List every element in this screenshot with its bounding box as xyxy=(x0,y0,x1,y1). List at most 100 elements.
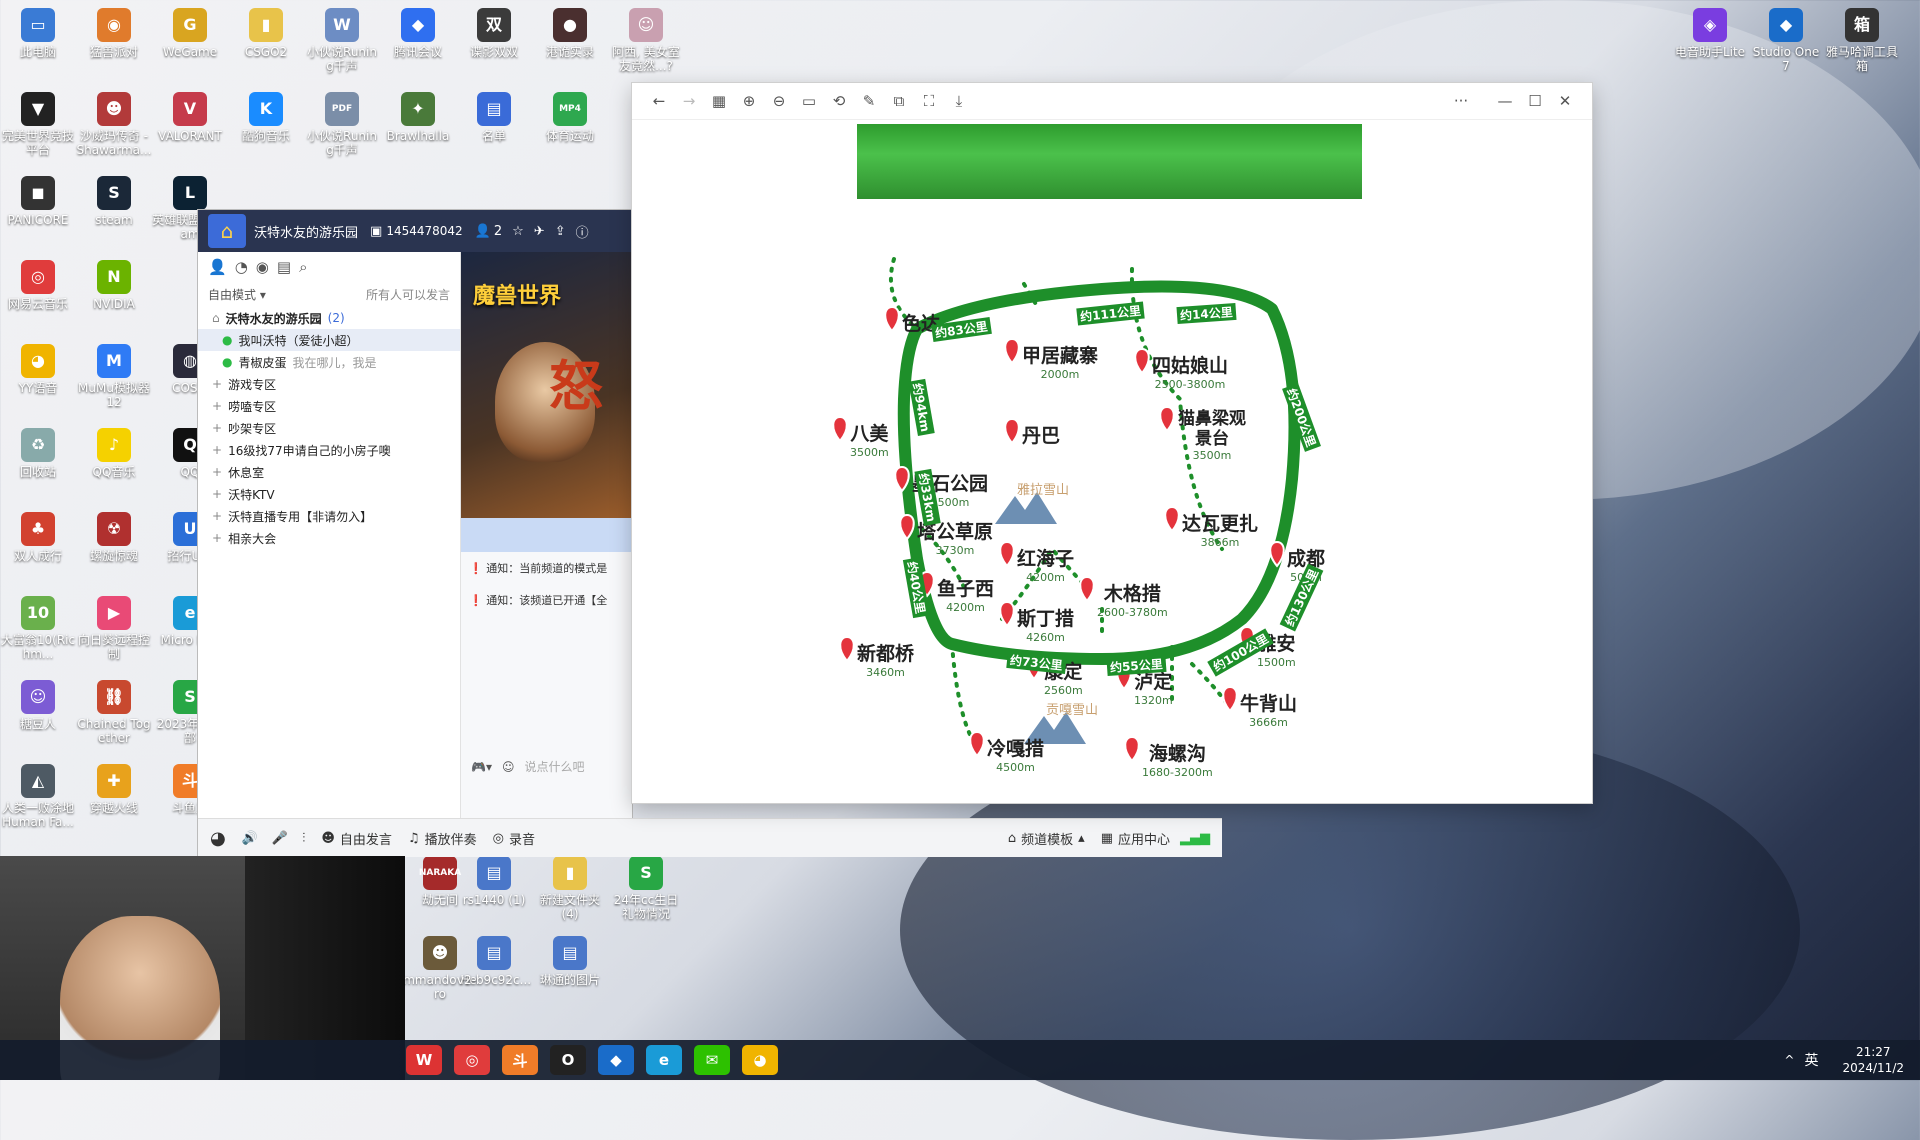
desktop-icon[interactable]: V VALORANT xyxy=(152,88,228,172)
desktop-icon[interactable]: M MuMu模拟器12 xyxy=(76,340,152,424)
desktop-icon[interactable]: 10 大富翁10(Richm... xyxy=(0,592,76,676)
forward-arrow-icon[interactable]: → xyxy=(674,87,704,115)
wechat-icon[interactable]: ✉ xyxy=(694,1045,730,1075)
douyu-icon[interactable]: 斗 xyxy=(502,1045,538,1075)
home-icon[interactable]: ⌂ xyxy=(208,214,246,248)
rotate-icon[interactable]: ⟲ xyxy=(824,87,854,115)
free-speak-button[interactable]: ☻ 自由发言 xyxy=(321,829,392,848)
clock[interactable]: 21:27 2024/11/2 xyxy=(1842,1044,1904,1076)
share-icon[interactable]: ⇪ xyxy=(555,224,566,239)
green-banner xyxy=(857,124,1362,199)
desktop-icon[interactable]: ● 港诡实录 xyxy=(532,4,608,88)
speaker-icon[interactable]: 🔊 xyxy=(242,831,258,846)
more-button[interactable]: ··· xyxy=(1446,87,1476,115)
desktop-icon[interactable]: K 酷狗音乐 xyxy=(228,88,304,172)
plane-icon[interactable]: ✈ xyxy=(534,224,545,239)
info-icon[interactable]: ⓘ xyxy=(576,222,589,241)
contacts-icon[interactable]: 👤 xyxy=(208,258,227,276)
desktop-icon[interactable]: ♪ QQ音乐 xyxy=(76,424,152,508)
tray-arrow[interactable]: ^ xyxy=(1784,1053,1794,1067)
studio-one-icon[interactable]: ◆ xyxy=(598,1045,634,1075)
desktop-icon[interactable]: ⛓ Chained Together xyxy=(76,676,152,760)
desktop-icon[interactable]: N NVIDIA xyxy=(76,256,152,340)
desktop-icon[interactable]: ☢ 螺旋惊魂 xyxy=(76,508,152,592)
desktop-icon[interactable]: ◆ 腾讯会议 xyxy=(380,4,456,88)
chat-icon[interactable]: ◔ xyxy=(235,258,248,276)
desktop-icon[interactable]: ▼ 完美世界竞技平台 xyxy=(0,88,76,172)
location-icon[interactable]: ◉ xyxy=(256,258,269,276)
desktop-icon[interactable]: 箱雅马哈调工具箱 xyxy=(1824,4,1900,88)
channel-tree-item[interactable]: + 沃特KTV xyxy=(198,483,460,505)
desktop-icon[interactable]: ♣ 双人成行 xyxy=(0,508,76,592)
desktop-icon[interactable]: G WeGame xyxy=(152,4,228,88)
desktop-icon[interactable]: ◈ 电音助手Lite xyxy=(1672,4,1748,88)
desktop-icon[interactable]: ▤ 琳通的图片 xyxy=(532,932,608,1016)
mixer-icon[interactable]: ⫶ xyxy=(302,831,305,846)
desktop-icon[interactable]: ☻ 沙威玛传奇 - Shawarma... xyxy=(76,88,152,172)
desktop-icon[interactable]: ♻ 回收站 xyxy=(0,424,76,508)
desktop-icon[interactable]: S 24年cc生日礼物情况 xyxy=(608,852,684,936)
app-icon: ▮ xyxy=(553,856,587,890)
desktop-icon[interactable]: ◕ YY语音 xyxy=(0,340,76,424)
channel-tree-item[interactable]: ● 青椒皮蛋 我在哪儿，我是 xyxy=(198,351,460,373)
compare-icon[interactable]: ⧉ xyxy=(884,87,914,115)
map-stop-altitude: 2560m xyxy=(1044,684,1083,697)
yy-icon[interactable]: ◕ xyxy=(742,1045,778,1075)
channel-tree-item[interactable]: ⌂ 沃特水友的游乐园 (2) xyxy=(198,307,460,329)
desktop-icon[interactable]: ▤ v2-b9c92c... xyxy=(456,932,532,1016)
mode-select[interactable]: 自由模式 ▾ xyxy=(208,286,266,303)
desktop-icon[interactable]: PDF 小伙说Runing千声 xyxy=(304,88,380,172)
channel-tree-item[interactable]: ● 我叫沃特（爱徒小超） xyxy=(198,329,460,351)
channel-tree-item[interactable]: + 休息室 xyxy=(198,461,460,483)
fullscreen-icon[interactable]: ⛶ xyxy=(914,87,944,115)
desktop-icon[interactable]: Ssteam xyxy=(76,172,152,256)
record-button[interactable]: ◎ 录音 xyxy=(493,829,535,848)
ime-indicator[interactable]: 英 xyxy=(1804,1050,1818,1070)
desktop-icon[interactable]: ◉ 猛兽派对 xyxy=(76,4,152,88)
channel-tree-item[interactable]: +16级找77申请自己的小房子噢 xyxy=(198,439,460,461)
desktop-icon[interactable]: ▤ 名单 xyxy=(456,88,532,172)
desktop-icon[interactable]: ✚ 穿越火线 xyxy=(76,760,152,844)
desktop-icon[interactable]: ◎ 网易云音乐 xyxy=(0,256,76,340)
desktop-icon[interactable]: ☺ 阿西, 美女室友竟然...? xyxy=(608,4,684,88)
close-button[interactable]: ✕ xyxy=(1550,87,1580,115)
mic-icon[interactable]: 🎤 xyxy=(272,831,288,846)
favorite-icon[interactable]: ☆ xyxy=(512,224,524,239)
desktop-icon[interactable]: ✦ Brawlhalla xyxy=(380,88,456,172)
zoom-in-icon[interactable]: ⊕ xyxy=(734,87,764,115)
wps-icon[interactable]: W xyxy=(406,1045,442,1075)
netease-music-icon[interactable]: ◎ xyxy=(454,1045,490,1075)
play-music-button[interactable]: ♫ 播放伴奏 xyxy=(408,829,477,848)
desktop-icon[interactable]: ▤ rs1440 (1) xyxy=(456,852,532,936)
fit-icon[interactable]: ▭ xyxy=(794,87,824,115)
desktop-icon[interactable]: ☺ 糖豆人 xyxy=(0,676,76,760)
desktop-icon[interactable]: ▮ CSGO2 xyxy=(228,4,304,88)
save-icon[interactable]: ⤓ xyxy=(944,87,974,115)
search-icon[interactable]: ⌕ xyxy=(299,258,307,276)
minimize-button[interactable]: — xyxy=(1490,87,1520,115)
grid-icon[interactable]: ▦ xyxy=(704,87,734,115)
chat-input[interactable]: 说点什么吧 xyxy=(524,758,584,775)
channel-tree-item[interactable]: + 游戏专区 xyxy=(198,373,460,395)
maximize-button[interactable]: ☐ xyxy=(1520,87,1550,115)
edit-icon[interactable]: ✎ xyxy=(854,87,884,115)
zoom-out-icon[interactable]: ⊖ xyxy=(764,87,794,115)
obs-icon[interactable]: O xyxy=(550,1045,586,1075)
desktop-icon[interactable]: 双谍影双双 xyxy=(456,4,532,88)
desktop-icon[interactable]: ▭ 此电脑 xyxy=(0,4,76,88)
list-icon[interactable]: ▤ xyxy=(277,258,291,276)
channel-tree-item[interactable]: + 唠嗑专区 xyxy=(198,395,460,417)
desktop-icon[interactable]: ◼ PANICORE xyxy=(0,172,76,256)
gamepad-icon[interactable]: 🎮▾ xyxy=(471,760,492,774)
edge-icon[interactable]: e xyxy=(646,1045,682,1075)
desktop-icon[interactable]: MP4 体育运动 xyxy=(532,88,608,172)
desktop-icon[interactable]: ▮ 新建文件夹 (4) xyxy=(532,852,608,936)
emoji-icon[interactable]: ☺ xyxy=(502,760,515,774)
channel-tree-item[interactable]: + 吵架专区 xyxy=(198,417,460,439)
yy-avatar-icon[interactable]: ◕ xyxy=(210,828,226,849)
back-arrow-icon[interactable]: ← xyxy=(644,87,674,115)
desktop-icon[interactable]: ▶ 向日葵远程控制 xyxy=(76,592,152,676)
desktop-icon[interactable]: ◭ 人类一败涂地Human Fa... xyxy=(0,760,76,844)
desktop-icon[interactable]: W 小伙说Runing千声 xyxy=(304,4,380,88)
desktop-icon[interactable]: ◆ Studio One 7 xyxy=(1748,4,1824,88)
